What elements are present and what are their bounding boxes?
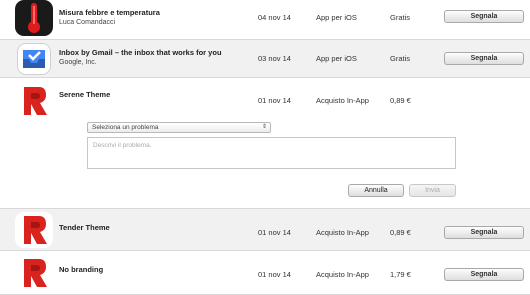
item-title: No branding: [59, 265, 104, 274]
purchase-type: Acquisto In-App: [316, 228, 369, 237]
inbox-icon: [17, 43, 51, 75]
send-button[interactable]: Invia: [409, 184, 456, 197]
item-title: Tender Theme: [59, 223, 110, 232]
item-title: Serene Theme: [59, 90, 111, 99]
select-arrows-icon: ⇕: [261, 124, 267, 130]
thermometer-icon: [15, 0, 53, 36]
report-button[interactable]: Segnala: [444, 226, 524, 239]
problem-select[interactable]: Seleziona un problema ⇕: [87, 122, 271, 133]
item-title: Misura febbre e temperatura: [59, 8, 160, 17]
report-button[interactable]: Segnala: [444, 268, 524, 281]
problem-select-value: Seleziona un problema: [92, 124, 159, 131]
purchase-price: 1,79 €: [390, 270, 411, 279]
purchase-type: Acquisto In-App: [316, 96, 369, 105]
purchase-row: Misura febbre e temperatura Luca Comanda…: [0, 0, 530, 40]
problem-description-textarea[interactable]: Descrivi il problema.: [87, 137, 456, 169]
purchase-type: Acquisto In-App: [316, 270, 369, 279]
purchase-history-list: Misura febbre e temperatura Luca Comanda…: [0, 0, 530, 295]
purchase-date: 04 nov 14: [258, 13, 291, 22]
purchase-type: App per iOS: [316, 54, 357, 63]
purchase-price: Gratis: [390, 13, 411, 22]
purchase-date: 03 nov 14: [258, 54, 291, 63]
report-button[interactable]: Segnala: [444, 10, 524, 23]
item-developer: Google, Inc.: [59, 59, 97, 66]
purchase-date: 01 nov 14: [258, 96, 291, 105]
item-developer: Luca Comandacci: [59, 19, 116, 26]
purchase-type: App per iOS: [316, 13, 357, 22]
purchase-date: 01 nov 14: [258, 270, 291, 279]
purchase-price: 0,89 €: [390, 96, 411, 105]
app-r-icon: [15, 255, 53, 291]
purchase-row: Inbox by Gmail – the inbox that works fo…: [0, 40, 530, 78]
purchase-row: No branding 01 nov 14 Acquisto In-App 1,…: [0, 251, 530, 295]
app-r-icon: [15, 83, 53, 119]
app-r-icon: [15, 212, 53, 248]
report-button[interactable]: Segnala: [444, 52, 524, 65]
purchase-row: Tender Theme 01 nov 14 Acquisto In-App 0…: [0, 209, 530, 251]
purchase-price: 0,89 €: [390, 228, 411, 237]
item-title: Inbox by Gmail – the inbox that works fo…: [59, 48, 222, 57]
cancel-button[interactable]: Annulla: [348, 184, 404, 197]
purchase-price: Gratis: [390, 54, 411, 63]
purchase-date: 01 nov 14: [258, 228, 291, 237]
